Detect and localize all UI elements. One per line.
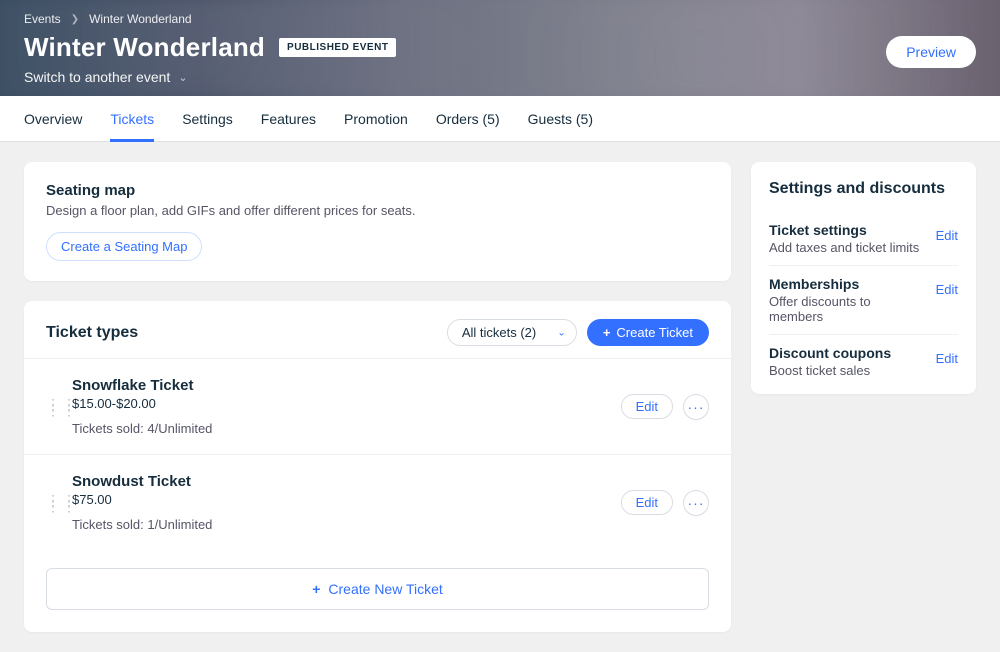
sidebar-item-desc: Add taxes and ticket limits [769, 240, 919, 255]
tab-overview[interactable]: Overview [24, 96, 82, 142]
page-title: Winter Wonderland [24, 32, 265, 63]
plus-icon: + [603, 325, 611, 340]
ticket-filter-label: All tickets (2) [462, 325, 536, 340]
chevron-down-icon: ⌄ [178, 71, 187, 84]
ellipsis-icon: ··· [688, 495, 705, 511]
ticket-row: ⋮⋮⋮⋮ Snowdust Ticket $75.00 Tickets sold… [24, 454, 731, 550]
create-new-ticket-label: Create New Ticket [328, 581, 442, 597]
tab-settings[interactable]: Settings [182, 96, 233, 142]
seating-map-desc: Design a floor plan, add GIFs and offer … [46, 203, 709, 218]
switch-event-dropdown[interactable]: Switch to another event ⌄ [24, 69, 976, 85]
sidebar-item-ticket-settings: Ticket settings Add taxes and ticket lim… [769, 212, 958, 266]
drag-handle-icon[interactable]: ⋮⋮⋮⋮ [46, 497, 58, 509]
edit-link[interactable]: Edit [936, 345, 958, 366]
edit-link[interactable]: Edit [936, 276, 958, 297]
edit-ticket-button[interactable]: Edit [621, 394, 673, 419]
sidebar-item-discount-coupons: Discount coupons Boost ticket sales Edit [769, 335, 958, 388]
seating-map-title: Seating map [46, 182, 709, 199]
tab-tickets[interactable]: Tickets [110, 96, 154, 142]
ticket-types-card: Ticket types All tickets (2) ⌄ + Create … [24, 301, 731, 632]
ticket-name: Snowflake Ticket [72, 377, 607, 394]
create-ticket-button[interactable]: + Create Ticket [587, 319, 709, 346]
sidebar-item-title: Discount coupons [769, 345, 891, 361]
preview-button[interactable]: Preview [886, 36, 976, 68]
sidebar-item-title: Memberships [769, 276, 928, 292]
drag-handle-icon[interactable]: ⋮⋮⋮⋮ [46, 401, 58, 413]
edit-ticket-button[interactable]: Edit [621, 490, 673, 515]
ticket-filter-dropdown[interactable]: All tickets (2) ⌄ [447, 319, 577, 346]
ticket-price: $15.00-$20.00 [72, 396, 607, 411]
tab-bar: Overview Tickets Settings Features Promo… [0, 96, 1000, 142]
ticket-name: Snowdust Ticket [72, 473, 607, 490]
breadcrumb-current: Winter Wonderland [89, 12, 192, 26]
settings-discounts-title: Settings and discounts [769, 180, 958, 198]
more-actions-button[interactable]: ··· [683, 394, 709, 420]
ticket-row: ⋮⋮⋮⋮ Snowflake Ticket $15.00-$20.00 Tick… [24, 358, 731, 454]
settings-discounts-card: Settings and discounts Ticket settings A… [751, 162, 976, 394]
chevron-right-icon: ❯ [71, 14, 79, 25]
create-ticket-label: Create Ticket [616, 325, 693, 340]
breadcrumb: Events ❯ Winter Wonderland [24, 12, 976, 26]
more-actions-button[interactable]: ··· [683, 490, 709, 516]
chevron-down-icon: ⌄ [557, 327, 565, 338]
tab-orders[interactable]: Orders (5) [436, 96, 500, 142]
edit-link[interactable]: Edit [936, 222, 958, 243]
create-new-ticket-button[interactable]: + Create New Ticket [46, 568, 709, 610]
switch-event-label: Switch to another event [24, 69, 170, 85]
sidebar-item-memberships: Memberships Offer discounts to members E… [769, 266, 958, 335]
ellipsis-icon: ··· [688, 399, 705, 415]
ticket-types-title: Ticket types [46, 324, 138, 342]
status-badge: PUBLISHED EVENT [279, 38, 396, 57]
seating-map-card: Seating map Design a floor plan, add GIF… [24, 162, 731, 281]
ticket-sold: Tickets sold: 1/Unlimited [72, 517, 607, 532]
ticket-price: $75.00 [72, 492, 607, 507]
create-seating-map-button[interactable]: Create a Seating Map [46, 232, 202, 261]
ticket-sold: Tickets sold: 4/Unlimited [72, 421, 607, 436]
sidebar-item-desc: Offer discounts to members [769, 294, 928, 324]
tab-guests[interactable]: Guests (5) [528, 96, 593, 142]
sidebar-item-title: Ticket settings [769, 222, 919, 238]
tab-features[interactable]: Features [261, 96, 316, 142]
sidebar-item-desc: Boost ticket sales [769, 363, 891, 378]
breadcrumb-root[interactable]: Events [24, 12, 61, 26]
tab-promotion[interactable]: Promotion [344, 96, 408, 142]
plus-icon: + [312, 581, 320, 597]
hero-header: Events ❯ Winter Wonderland Winter Wonder… [0, 0, 1000, 96]
